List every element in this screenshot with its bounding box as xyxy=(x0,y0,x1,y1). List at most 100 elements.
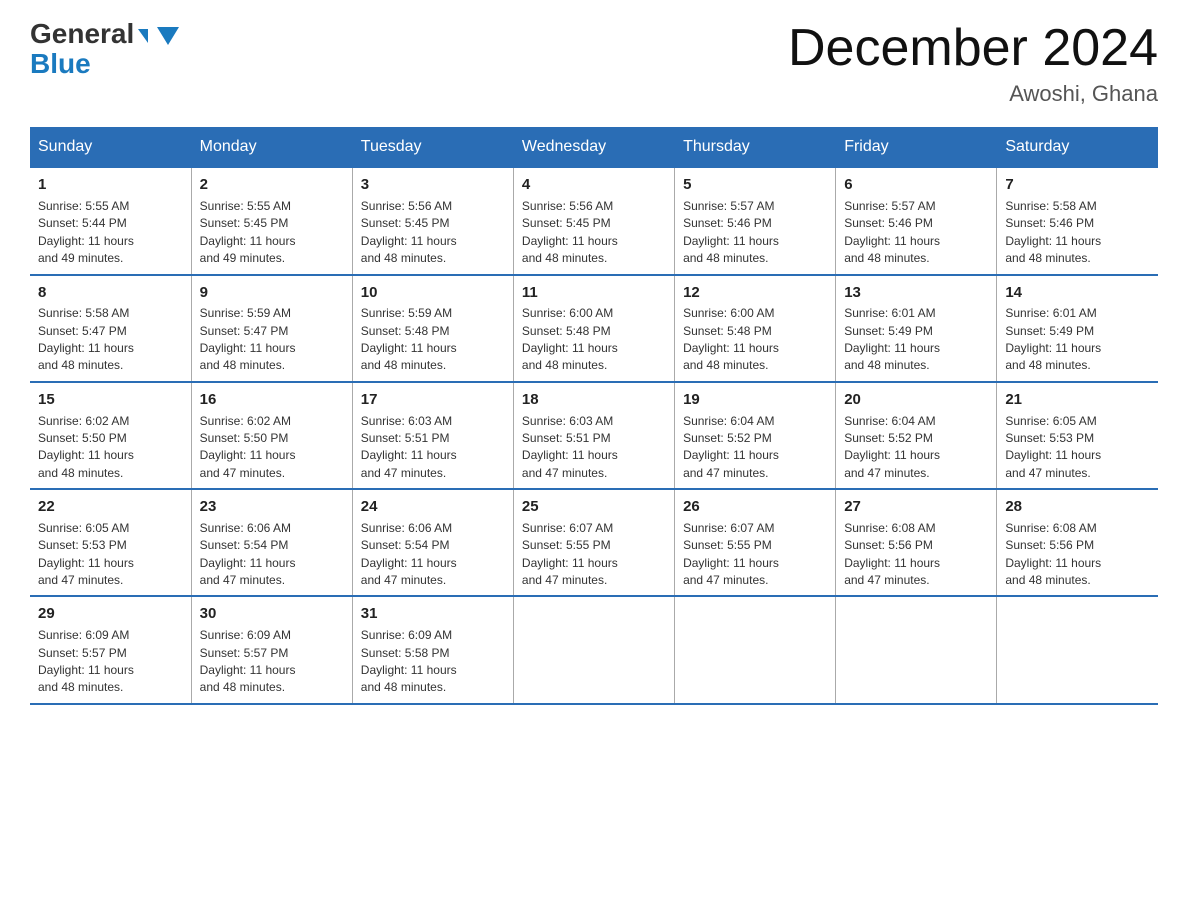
day-number: 17 xyxy=(361,389,505,411)
calendar-day-cell: 17Sunrise: 6:03 AMSunset: 5:51 PMDayligh… xyxy=(352,382,513,489)
calendar-week-row: 1Sunrise: 5:55 AMSunset: 5:44 PMDaylight… xyxy=(30,167,1158,274)
day-number: 19 xyxy=(683,389,827,411)
logo-line1: General xyxy=(30,20,179,48)
day-info: Sunrise: 6:03 AMSunset: 5:51 PMDaylight:… xyxy=(361,413,505,483)
day-number: 14 xyxy=(1005,282,1150,304)
calendar-day-cell xyxy=(836,596,997,703)
day-header-friday: Friday xyxy=(836,128,997,168)
day-header-tuesday: Tuesday xyxy=(352,128,513,168)
day-number: 6 xyxy=(844,174,988,196)
day-number: 30 xyxy=(200,603,344,625)
calendar-table: SundayMondayTuesdayWednesdayThursdayFrid… xyxy=(30,127,1158,705)
calendar-day-cell: 21Sunrise: 6:05 AMSunset: 5:53 PMDayligh… xyxy=(997,382,1158,489)
calendar-week-row: 22Sunrise: 6:05 AMSunset: 5:53 PMDayligh… xyxy=(30,489,1158,596)
calendar-day-cell: 8Sunrise: 5:58 AMSunset: 5:47 PMDaylight… xyxy=(30,275,191,382)
logo: General Blue xyxy=(30,20,179,78)
calendar-day-cell: 27Sunrise: 6:08 AMSunset: 5:56 PMDayligh… xyxy=(836,489,997,596)
calendar-day-cell xyxy=(675,596,836,703)
day-number: 13 xyxy=(844,282,988,304)
calendar-day-cell: 25Sunrise: 6:07 AMSunset: 5:55 PMDayligh… xyxy=(513,489,674,596)
calendar-day-cell xyxy=(997,596,1158,703)
calendar-day-cell: 2Sunrise: 5:55 AMSunset: 5:45 PMDaylight… xyxy=(191,167,352,274)
day-info: Sunrise: 6:01 AMSunset: 5:49 PMDaylight:… xyxy=(844,305,988,375)
day-number: 2 xyxy=(200,174,344,196)
day-number: 1 xyxy=(38,174,183,196)
day-info: Sunrise: 5:55 AMSunset: 5:45 PMDaylight:… xyxy=(200,198,344,268)
day-header-monday: Monday xyxy=(191,128,352,168)
day-number: 16 xyxy=(200,389,344,411)
day-number: 28 xyxy=(1005,496,1150,518)
day-header-saturday: Saturday xyxy=(997,128,1158,168)
day-info: Sunrise: 6:02 AMSunset: 5:50 PMDaylight:… xyxy=(200,413,344,483)
day-info: Sunrise: 6:00 AMSunset: 5:48 PMDaylight:… xyxy=(522,305,666,375)
day-info: Sunrise: 6:02 AMSunset: 5:50 PMDaylight:… xyxy=(38,413,183,483)
calendar-day-cell: 20Sunrise: 6:04 AMSunset: 5:52 PMDayligh… xyxy=(836,382,997,489)
day-info: Sunrise: 5:59 AMSunset: 5:48 PMDaylight:… xyxy=(361,305,505,375)
calendar-day-cell: 12Sunrise: 6:00 AMSunset: 5:48 PMDayligh… xyxy=(675,275,836,382)
calendar-day-cell: 6Sunrise: 5:57 AMSunset: 5:46 PMDaylight… xyxy=(836,167,997,274)
calendar-day-cell: 9Sunrise: 5:59 AMSunset: 5:47 PMDaylight… xyxy=(191,275,352,382)
day-number: 27 xyxy=(844,496,988,518)
day-info: Sunrise: 6:09 AMSunset: 5:57 PMDaylight:… xyxy=(38,627,183,697)
day-number: 18 xyxy=(522,389,666,411)
day-info: Sunrise: 5:55 AMSunset: 5:44 PMDaylight:… xyxy=(38,198,183,268)
day-number: 12 xyxy=(683,282,827,304)
day-number: 11 xyxy=(522,282,666,304)
day-header-wednesday: Wednesday xyxy=(513,128,674,168)
day-number: 22 xyxy=(38,496,183,518)
day-number: 15 xyxy=(38,389,183,411)
day-number: 3 xyxy=(361,174,505,196)
calendar-day-cell: 16Sunrise: 6:02 AMSunset: 5:50 PMDayligh… xyxy=(191,382,352,489)
calendar-header-row: SundayMondayTuesdayWednesdayThursdayFrid… xyxy=(30,128,1158,168)
calendar-day-cell: 5Sunrise: 5:57 AMSunset: 5:46 PMDaylight… xyxy=(675,167,836,274)
day-info: Sunrise: 6:08 AMSunset: 5:56 PMDaylight:… xyxy=(1005,520,1150,590)
calendar-day-cell: 28Sunrise: 6:08 AMSunset: 5:56 PMDayligh… xyxy=(997,489,1158,596)
calendar-day-cell: 3Sunrise: 5:56 AMSunset: 5:45 PMDaylight… xyxy=(352,167,513,274)
day-info: Sunrise: 5:57 AMSunset: 5:46 PMDaylight:… xyxy=(683,198,827,268)
calendar-day-cell: 24Sunrise: 6:06 AMSunset: 5:54 PMDayligh… xyxy=(352,489,513,596)
calendar-day-cell: 11Sunrise: 6:00 AMSunset: 5:48 PMDayligh… xyxy=(513,275,674,382)
logo-line2: Blue xyxy=(30,50,91,78)
day-info: Sunrise: 5:58 AMSunset: 5:46 PMDaylight:… xyxy=(1005,198,1150,268)
day-info: Sunrise: 6:07 AMSunset: 5:55 PMDaylight:… xyxy=(522,520,666,590)
day-info: Sunrise: 6:05 AMSunset: 5:53 PMDaylight:… xyxy=(1005,413,1150,483)
calendar-week-row: 29Sunrise: 6:09 AMSunset: 5:57 PMDayligh… xyxy=(30,596,1158,703)
calendar-day-cell: 22Sunrise: 6:05 AMSunset: 5:53 PMDayligh… xyxy=(30,489,191,596)
calendar-day-cell: 13Sunrise: 6:01 AMSunset: 5:49 PMDayligh… xyxy=(836,275,997,382)
day-number: 21 xyxy=(1005,389,1150,411)
calendar-week-row: 8Sunrise: 5:58 AMSunset: 5:47 PMDaylight… xyxy=(30,275,1158,382)
calendar-day-cell: 4Sunrise: 5:56 AMSunset: 5:45 PMDaylight… xyxy=(513,167,674,274)
day-number: 29 xyxy=(38,603,183,625)
day-info: Sunrise: 6:00 AMSunset: 5:48 PMDaylight:… xyxy=(683,305,827,375)
day-number: 7 xyxy=(1005,174,1150,196)
calendar-day-cell: 23Sunrise: 6:06 AMSunset: 5:54 PMDayligh… xyxy=(191,489,352,596)
page-header: General Blue December 2024 Awoshi, Ghana xyxy=(30,20,1158,107)
calendar-day-cell: 29Sunrise: 6:09 AMSunset: 5:57 PMDayligh… xyxy=(30,596,191,703)
day-header-thursday: Thursday xyxy=(675,128,836,168)
day-info: Sunrise: 6:04 AMSunset: 5:52 PMDaylight:… xyxy=(683,413,827,483)
day-info: Sunrise: 5:58 AMSunset: 5:47 PMDaylight:… xyxy=(38,305,183,375)
calendar-day-cell: 30Sunrise: 6:09 AMSunset: 5:57 PMDayligh… xyxy=(191,596,352,703)
day-info: Sunrise: 6:08 AMSunset: 5:56 PMDaylight:… xyxy=(844,520,988,590)
calendar-day-cell: 10Sunrise: 5:59 AMSunset: 5:48 PMDayligh… xyxy=(352,275,513,382)
day-info: Sunrise: 5:59 AMSunset: 5:47 PMDaylight:… xyxy=(200,305,344,375)
calendar-day-cell: 15Sunrise: 6:02 AMSunset: 5:50 PMDayligh… xyxy=(30,382,191,489)
day-info: Sunrise: 6:06 AMSunset: 5:54 PMDaylight:… xyxy=(200,520,344,590)
day-number: 24 xyxy=(361,496,505,518)
title-area: December 2024 Awoshi, Ghana xyxy=(788,20,1158,107)
day-number: 31 xyxy=(361,603,505,625)
day-info: Sunrise: 6:07 AMSunset: 5:55 PMDaylight:… xyxy=(683,520,827,590)
day-header-sunday: Sunday xyxy=(30,128,191,168)
calendar-day-cell: 1Sunrise: 5:55 AMSunset: 5:44 PMDaylight… xyxy=(30,167,191,274)
day-number: 23 xyxy=(200,496,344,518)
calendar-day-cell xyxy=(513,596,674,703)
day-number: 26 xyxy=(683,496,827,518)
calendar-day-cell: 26Sunrise: 6:07 AMSunset: 5:55 PMDayligh… xyxy=(675,489,836,596)
day-info: Sunrise: 6:03 AMSunset: 5:51 PMDaylight:… xyxy=(522,413,666,483)
day-info: Sunrise: 6:09 AMSunset: 5:57 PMDaylight:… xyxy=(200,627,344,697)
day-info: Sunrise: 5:56 AMSunset: 5:45 PMDaylight:… xyxy=(361,198,505,268)
day-info: Sunrise: 5:56 AMSunset: 5:45 PMDaylight:… xyxy=(522,198,666,268)
day-info: Sunrise: 5:57 AMSunset: 5:46 PMDaylight:… xyxy=(844,198,988,268)
day-number: 4 xyxy=(522,174,666,196)
day-number: 25 xyxy=(522,496,666,518)
